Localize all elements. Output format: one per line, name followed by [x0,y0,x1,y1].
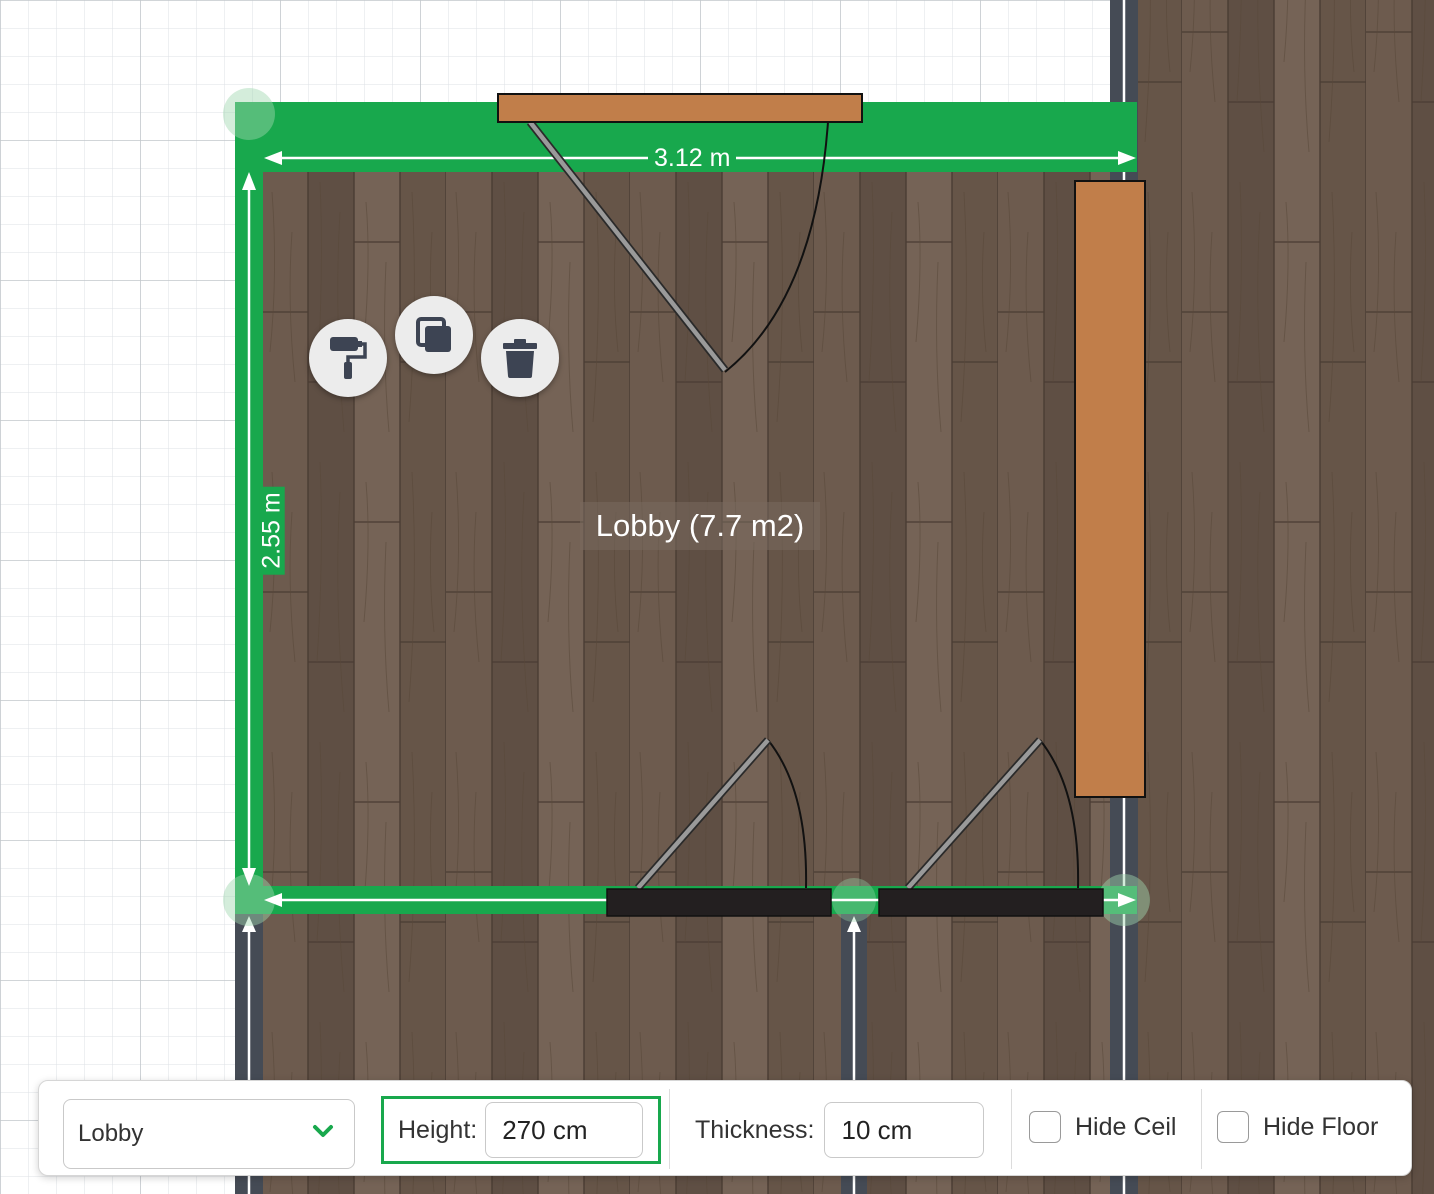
hide-ceil-toggle[interactable]: Hide Ceil [1029,1111,1176,1143]
height-label: Height: [398,1115,478,1144]
toolbar-divider [1011,1089,1012,1169]
hide-floor-toggle[interactable]: Hide Floor [1217,1111,1378,1143]
room-name-label: Lobby (7.7 m2) [580,502,820,550]
duplicate-icon [416,317,451,352]
cabinet-furniture[interactable] [1074,180,1146,798]
height-field-group: Height: [381,1096,661,1164]
room-width-label: 3.12 m [648,146,737,171]
toolbar-divider [669,1089,670,1169]
room-select-dropdown[interactable]: Lobby [63,1099,355,1169]
trash-icon [503,339,537,378]
hide-floor-label: Hide Floor [1263,1112,1379,1141]
thickness-input[interactable] [824,1102,985,1158]
floor-plan-canvas[interactable] [0,0,1434,1194]
hide-ceil-label: Hide Ceil [1075,1112,1177,1141]
thickness-label: Thickness: [695,1115,815,1144]
paint-button[interactable] [309,319,387,397]
paint-roller-icon [330,337,367,379]
room-properties-toolbar: Lobby Height: Thickness: Hide Ceil Hide … [38,1080,1412,1176]
height-input[interactable] [485,1102,644,1158]
adjacent-floor-right [1137,0,1434,1194]
room-select-value: Lobby [78,1120,144,1147]
toolbar-divider [1201,1089,1202,1169]
hide-floor-checkbox[interactable] [1217,1111,1249,1143]
delete-button[interactable] [481,319,559,397]
hide-ceil-checkbox[interactable] [1029,1111,1061,1143]
room-height-label: 2.55 m [258,486,286,575]
thickness-field-group: Thickness: [695,1101,985,1159]
chevron-down-icon [313,1125,333,1137]
duplicate-button[interactable] [395,296,473,374]
corner-handle[interactable] [223,88,275,140]
